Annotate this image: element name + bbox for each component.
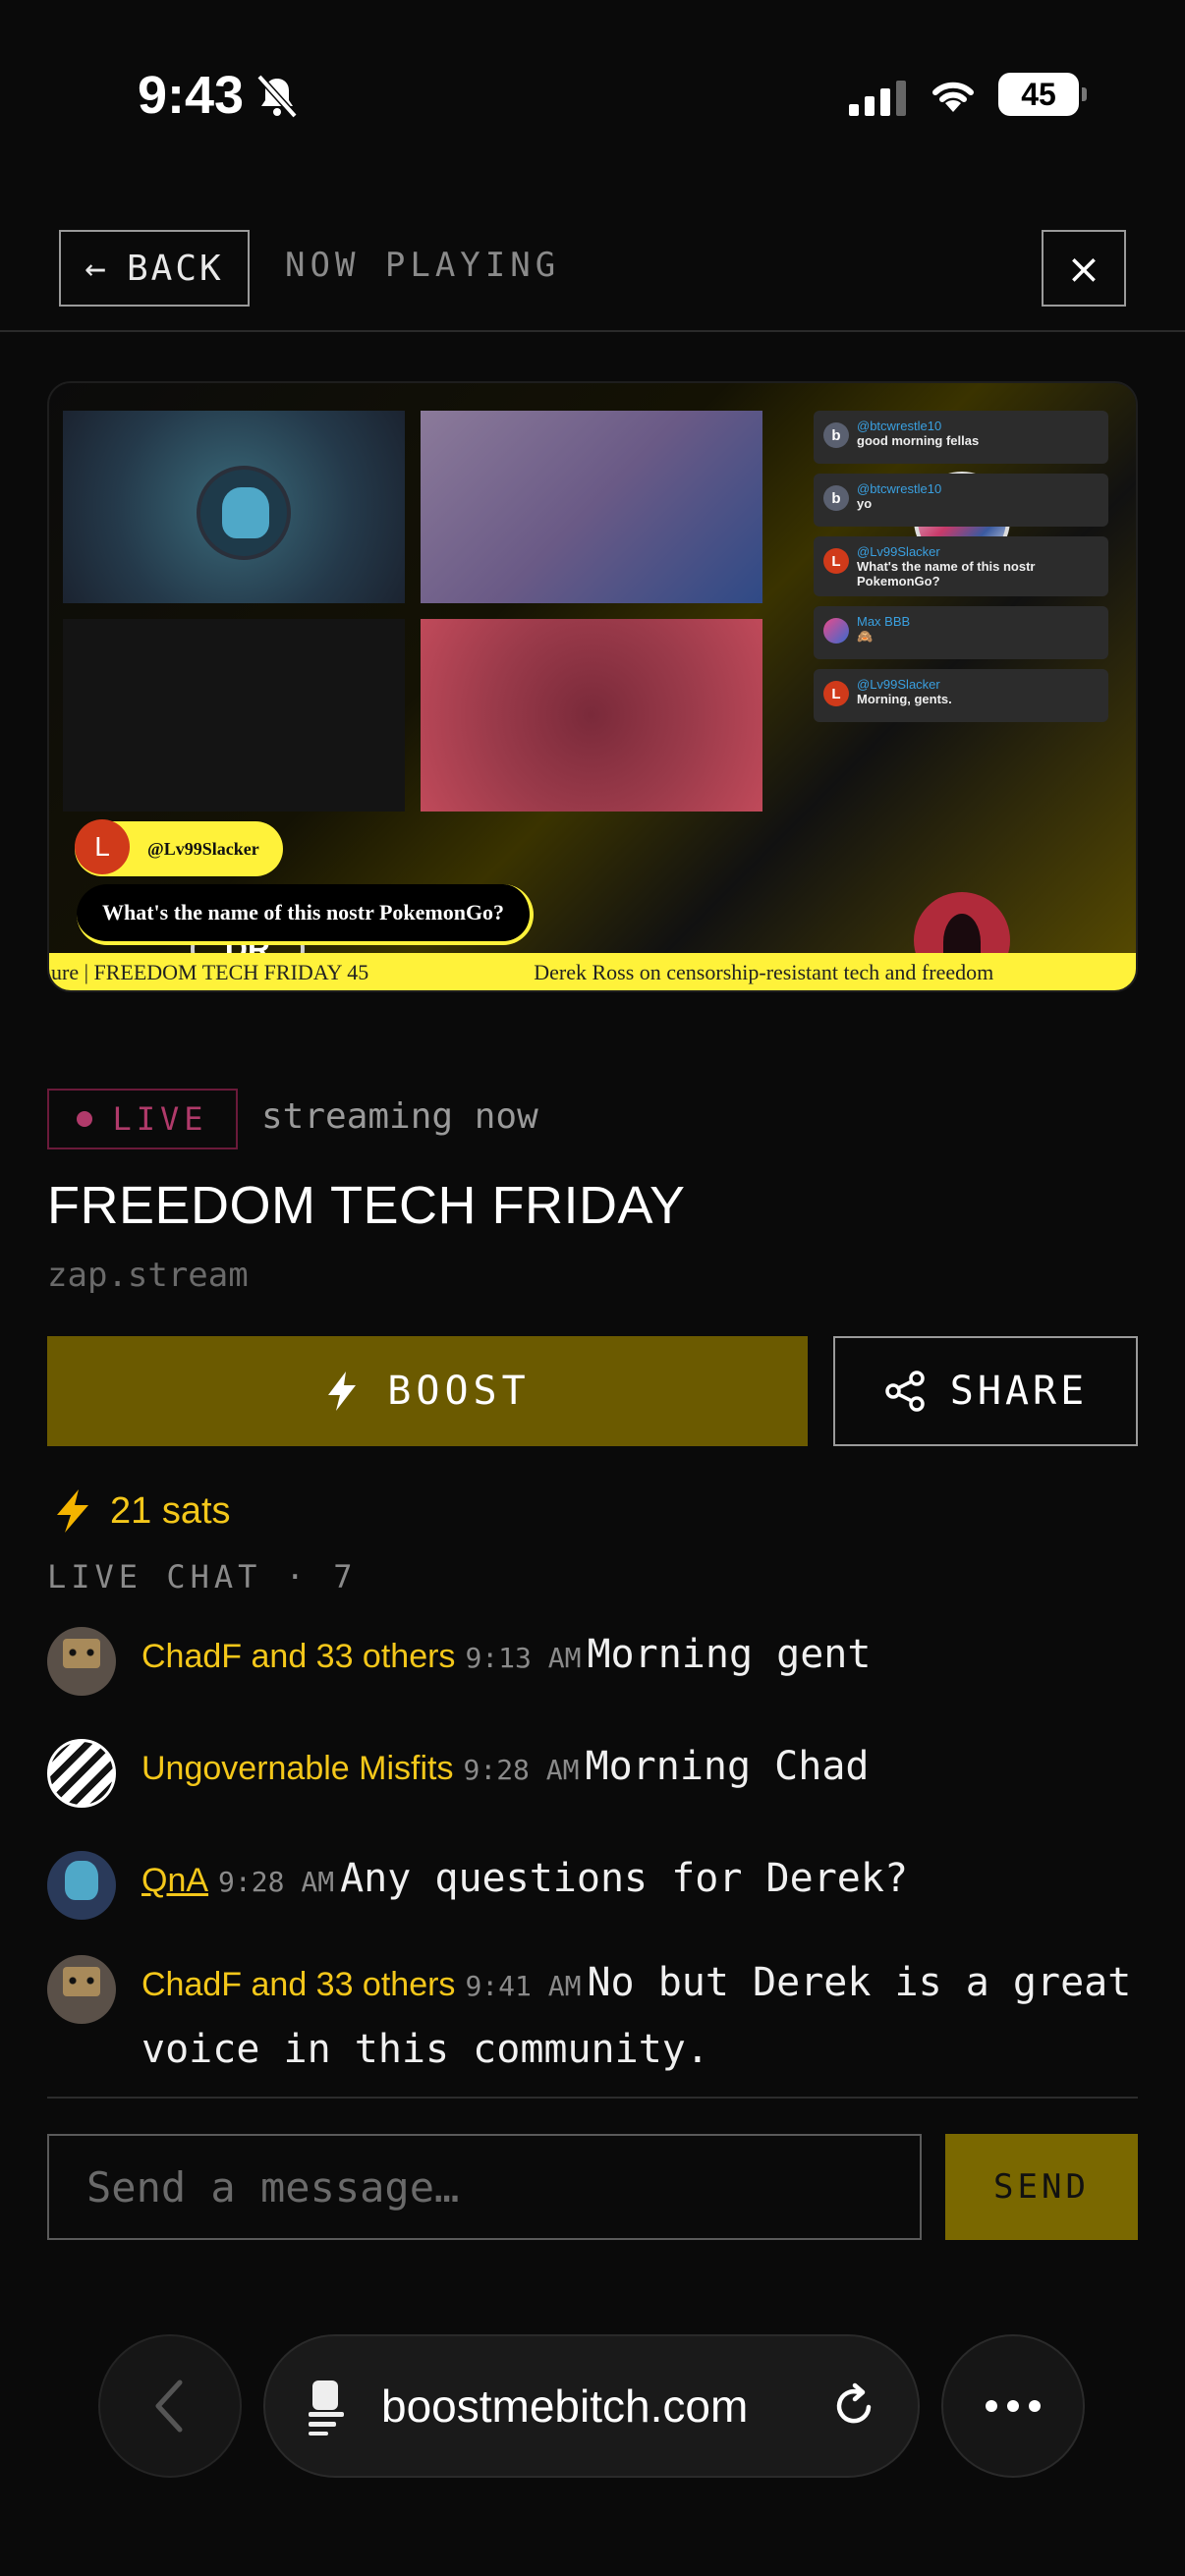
user-avatar-icon: b [823,485,849,511]
video-chat-message: b @btcwrestle10 good morning fellas [814,411,1108,464]
video-chat-overlay: b @btcwrestle10 good morning fellas b @b… [814,411,1108,732]
participant-avatar [197,466,291,560]
sats-total: 21 sats [53,1487,231,1535]
video-chat-text: good morning fellas [857,433,980,448]
chevron-left-icon [155,2380,183,2433]
video-chat-message: L @Lv99Slacker What's the name of this n… [814,536,1108,596]
share-button-label: SHARE [949,1369,1089,1414]
video-chat-message: L @Lv99Slacker Morning, gents. [814,669,1108,722]
news-ticker: ure | FREEDOM TECH FRIDAY 45 Derek Ross … [49,953,1136,990]
header-divider [0,330,1185,332]
battery-indicator: 45 [998,73,1087,116]
lightning-bolt-icon [57,1489,88,1533]
bell-muted-icon [256,74,298,119]
more-options-button[interactable] [941,2334,1085,2478]
share-button[interactable]: SHARE [833,1336,1138,1446]
video-chat-user: @Lv99Slacker [857,677,940,692]
ticker-text-left: ure | FREEDOM TECH FRIDAY 45 [51,960,369,984]
video-chat-text: yo [857,496,873,511]
more-dots-icon [986,2400,997,2412]
video-chat-text: 🙈 [857,629,874,644]
chat-text: Any questions for Derek? [340,1856,909,1901]
video-chat-user: @Lv99Slacker [857,544,940,559]
user-avatar[interactable] [47,1955,116,2024]
video-chat-user: Max BBB [857,614,911,629]
back-button[interactable]: ← BACK [59,230,250,307]
send-button[interactable]: SEND [945,2134,1138,2240]
message-input[interactable] [47,2134,922,2240]
participant-tile [421,411,1010,603]
video-chat-message: b @btcwrestle10 yo [814,474,1108,527]
close-icon: × [1066,244,1101,293]
chat-message: QnA 9:28 AM Any questions for Derek? [47,1847,1138,1920]
live-chat-header: LIVE CHAT · 7 [47,1558,358,1596]
participant-tile [421,619,1010,988]
user-avatar-icon: L [75,819,130,874]
reload-icon[interactable] [829,2381,878,2431]
lightning-icon [328,1372,357,1411]
chat-username[interactable]: ChadF and 33 others [141,1638,455,1675]
featured-user-tag: L @Lv99Slacker [75,819,283,876]
video-chat-text: What's the name of this nostr PokemonGo? [857,559,1036,588]
featured-question: What's the name of this nostr PokemonGo? [77,884,535,945]
live-badge-label: LIVE [112,1100,208,1138]
now-playing-label: NOW PLAYING [285,246,561,285]
chat-text: Morning gent [587,1632,872,1677]
page-settings-icon [309,2380,344,2436]
chat-username[interactable]: Ungovernable Misfits [141,1750,453,1787]
share-icon [885,1371,925,1412]
ticker-text-right: Derek Ross on censorship-resistant tech … [534,960,994,984]
browser-back-button[interactable] [98,2334,242,2478]
stream-domain: zap.stream [47,1256,249,1295]
status-time: 9:43 [138,66,245,125]
arrow-left-icon: ← [85,248,109,289]
cellular-signal-icon [849,79,906,116]
video-chat-message: Max BBB 🙈 [814,606,1108,659]
chat-timestamp: 9:28 AM [218,1866,335,1898]
featured-user-name: @Lv99Slacker [147,838,259,859]
chat-message: Ungovernable Misfits 9:28 AM Morning Chad [47,1735,1138,1808]
chat-timestamp: 9:28 AM [463,1754,580,1786]
close-button[interactable]: × [1042,230,1126,307]
chat-timestamp: 9:13 AM [465,1642,582,1674]
address-bar[interactable]: boostmebitch.com [263,2334,920,2478]
chat-message: ChadF and 33 others 9:41 AM No but Derek i… [47,1951,1138,2081]
user-avatar-icon: L [823,681,849,706]
stream-status: streaming now [261,1096,538,1137]
boost-button-label: BOOST [387,1369,531,1414]
chat-text: Morning Chad [585,1744,870,1789]
user-avatar-icon: b [823,422,849,448]
stream-title: FREEDOM TECH FRIDAY [47,1176,686,1235]
chat-username[interactable]: QnA [141,1862,208,1899]
user-avatar[interactable] [47,1851,116,1920]
chat-timestamp: 9:41 AM [465,1970,582,2002]
user-avatar[interactable] [47,1627,116,1696]
user-avatar[interactable] [47,1739,116,1808]
live-dot-icon [77,1111,93,1127]
chat-message: ChadF and 33 others 9:13 AM Morning gent [47,1623,1138,1696]
boost-button[interactable]: BOOST [47,1336,808,1446]
live-badge: LIVE [47,1089,238,1149]
video-chat-user: @btcwrestle10 [857,419,942,433]
back-button-label: BACK [126,248,224,289]
sats-amount: 21 sats [110,1489,231,1532]
user-avatar-icon [823,618,849,644]
video-player[interactable]: DR b @btcwrestle10 good morning fellas b… [47,381,1138,992]
participant-tile: DR [63,619,405,990]
wifi-icon [932,82,974,112]
video-chat-user: @btcwrestle10 [857,481,942,496]
video-chat-text: Morning, gents. [857,692,952,706]
participant-tile [63,411,405,603]
chat-divider [47,2097,1138,2099]
chat-username[interactable]: ChadF and 33 others [141,1966,455,2003]
user-avatar-icon: L [823,548,849,574]
url-text: boostmebitch.com [381,2380,749,2432]
